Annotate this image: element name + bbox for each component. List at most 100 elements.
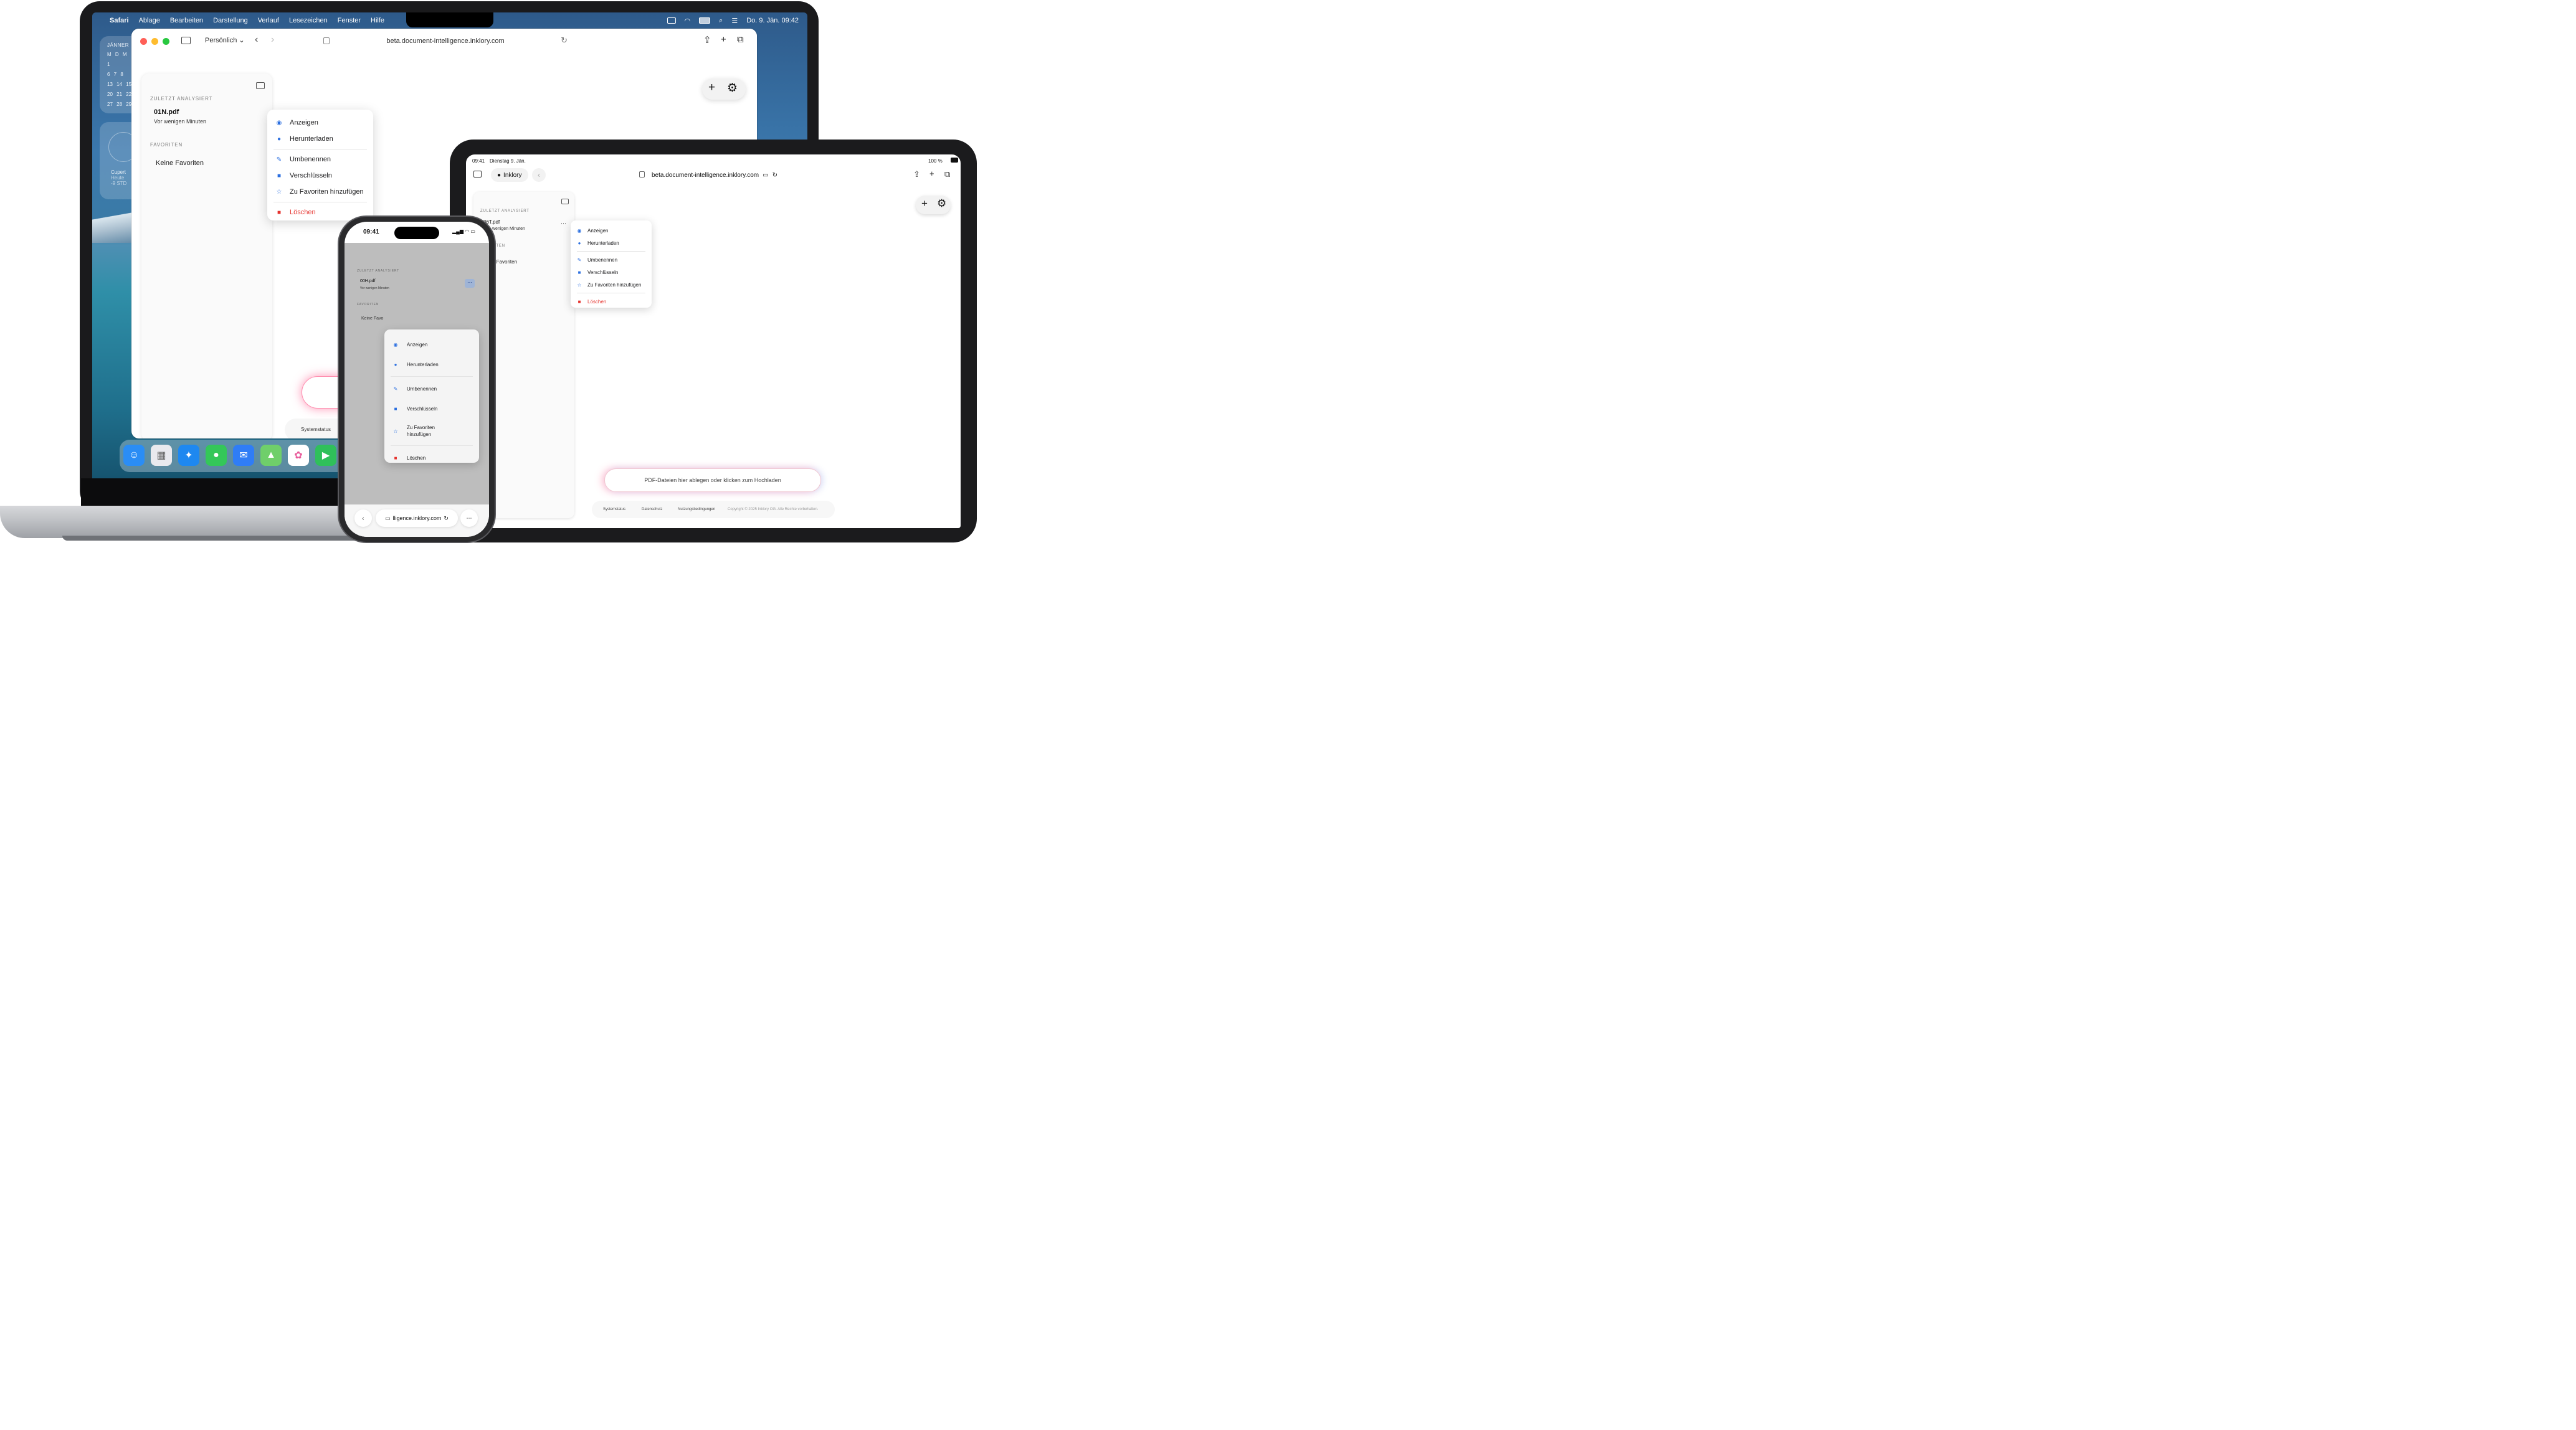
footer-privacy[interactable]: Datenschutz <box>642 508 662 511</box>
search-icon[interactable]: ⌕ <box>719 17 723 25</box>
maps-icon[interactable]: ▲ <box>260 445 282 466</box>
gear-icon[interactable]: ⚙ <box>937 197 946 210</box>
menu-darstellung[interactable]: Darstellung <box>213 17 248 24</box>
panel-toggle-icon[interactable] <box>256 82 265 89</box>
mail-icon[interactable]: ✉ <box>233 445 254 466</box>
tab-overview-icon[interactable]: ⧉ <box>737 34 744 45</box>
close-window-button[interactable] <box>140 38 147 45</box>
menu-download[interactable]: ● Herunterladen <box>267 131 373 147</box>
menu-favorite[interactable]: ☆ Zu Favoriten hinzufügen <box>267 184 373 200</box>
share-icon[interactable]: ⇪ <box>913 169 920 179</box>
favorites-label: FAVORITEN <box>357 303 379 306</box>
reload-icon[interactable]: ↻ <box>772 172 777 179</box>
keyboard-icon[interactable] <box>667 17 676 24</box>
back-icon[interactable]: ‹ <box>255 34 258 45</box>
address-bar[interactable]: ▭ lligence.inklory.com ↻ <box>376 509 458 527</box>
iphone-time: 09:41 <box>363 229 379 235</box>
download-icon: ● <box>277 135 282 143</box>
back-icon: ‹ <box>362 515 364 521</box>
profile-selector[interactable]: Persönlich ⌄ <box>205 36 245 44</box>
menu-favorite[interactable]: ☆ Zu Favoriten hinzufügen <box>571 278 652 291</box>
menu-delete[interactable]: ■ Löschen <box>571 295 652 308</box>
address-url: beta.document-intelligence.inklory.com <box>652 171 759 179</box>
add-icon[interactable]: + <box>708 81 715 95</box>
recent-label: ZULETZT ANALYSIERT <box>150 96 213 102</box>
battery-icon[interactable] <box>699 17 711 24</box>
sidebar-toggle-icon[interactable] <box>473 171 482 178</box>
add-icon[interactable]: + <box>921 197 928 210</box>
page-icon: ▭ <box>385 514 391 521</box>
menu-encrypt[interactable]: ■ Verschlüsseln <box>267 168 373 184</box>
more-button[interactable]: ⋯ <box>460 509 478 527</box>
launchpad-icon[interactable]: ▦ <box>151 445 172 466</box>
menu-encrypt[interactable]: ■ Verschlüsseln <box>384 399 479 419</box>
menu-bearbeiten[interactable]: Bearbeiten <box>170 17 203 24</box>
zoom-window-button[interactable] <box>163 38 169 45</box>
menu-fenster[interactable]: Fenster <box>338 17 361 24</box>
back-button[interactable]: ‹ <box>354 509 372 527</box>
address-url: lligence.inklory.com <box>392 515 442 521</box>
wifi-icon[interactable]: ◠ <box>685 17 691 25</box>
eye-icon: ◉ <box>393 341 398 348</box>
menu-rename-label: Umbenennen <box>587 257 618 263</box>
menu-download-label: Herunterladen <box>407 361 439 367</box>
file-name[interactable]: 01N.pdf <box>154 108 179 116</box>
profile-label: Persönlich <box>205 37 237 44</box>
more-icon[interactable]: ⋯ <box>561 220 566 227</box>
menu-rename[interactable]: ✎ Umbenennen <box>384 379 479 399</box>
gear-icon[interactable]: ⚙ <box>727 81 738 95</box>
menu-rename[interactable]: ✎ Umbenennen <box>267 151 373 168</box>
menu-view[interactable]: ◉ Anzeigen <box>267 115 373 131</box>
address-bar[interactable]: beta.document-intelligence.inklory.com ↻ <box>318 34 573 49</box>
menu-ablage[interactable]: Ablage <box>139 17 160 24</box>
menu-encrypt[interactable]: ■ Verschlüsseln <box>571 266 652 278</box>
finder-icon[interactable]: ☺ <box>123 445 145 466</box>
menu-download[interactable]: ● Herunterladen <box>571 237 652 249</box>
file-name[interactable]: 00H.pdf <box>360 279 376 283</box>
control-center-icon[interactable]: ☰ <box>731 17 738 25</box>
tab-overview-icon[interactable]: ⧉ <box>944 169 950 179</box>
menubar-datetime[interactable]: Do. 9. Jän. 09:42 <box>746 17 799 24</box>
eye-icon: ◉ <box>577 227 582 234</box>
menu-download[interactable]: ● Herunterladen <box>384 354 479 374</box>
profile-button[interactable]: ● Inklory <box>491 168 528 182</box>
macbook-notch <box>406 12 493 27</box>
no-favorites: e Favoriten <box>492 259 518 265</box>
share-icon[interactable]: ⇪ <box>703 34 711 45</box>
footer-terms[interactable]: Nutzungsbedingungen <box>678 508 715 511</box>
iphone-screen: 09:41 ▂▄▆ ◠ ▭ ZULETZT ANALYSIERT 00H.pdf… <box>345 222 489 537</box>
sidebar-toggle-icon[interactable] <box>181 37 191 44</box>
pencil-icon: ✎ <box>276 156 282 163</box>
panel-toggle-icon[interactable] <box>561 199 569 204</box>
new-tab-icon[interactable]: + <box>721 34 726 45</box>
upload-dropzone[interactable]: PDF-Dateien hier ablegen oder klicken zu… <box>604 468 821 492</box>
menu-delete[interactable]: ■ Löschen <box>384 448 479 468</box>
photos-icon[interactable]: ✿ <box>288 445 309 466</box>
messages-icon[interactable]: ● <box>206 445 227 466</box>
blurred-page: ZULETZT ANALYSIERT 00H.pdf Vor wenigen M… <box>345 243 489 504</box>
menu-view[interactable]: ◉ Anzeigen <box>571 224 652 237</box>
back-button[interactable]: ‹ <box>532 168 546 182</box>
reader-icon[interactable]: ▭ <box>763 172 768 179</box>
menu-app-safari[interactable]: Safari <box>110 17 129 24</box>
menu-favorite[interactable]: ☆ Zu Favoriten hinzufügen <box>384 419 479 443</box>
new-tab-icon[interactable]: + <box>929 169 934 178</box>
menu-rename[interactable]: ✎ Umbenennen <box>571 253 652 266</box>
forward-icon[interactable]: › <box>271 34 274 45</box>
address-bar[interactable]: beta.document-intelligence.inklory.com ▭… <box>634 168 790 182</box>
dynamic-island <box>394 227 439 239</box>
more-icon[interactable]: ⋯ <box>465 279 475 288</box>
footer-system-status[interactable]: Systemstatus <box>301 427 331 432</box>
address-url: beta.document-intelligence.inklory.com <box>386 37 505 45</box>
menu-lesezeichen[interactable]: Lesezeichen <box>289 17 328 24</box>
safari-icon[interactable]: ✦ <box>178 445 199 466</box>
menu-hilfe[interactable]: Hilfe <box>371 17 384 24</box>
reload-icon[interactable]: ↻ <box>561 36 568 45</box>
menu-verlauf[interactable]: Verlauf <box>258 17 279 24</box>
menu-view[interactable]: ◉ Anzeigen <box>384 334 479 354</box>
footer-system-status[interactable]: Systemstatus <box>603 508 625 511</box>
menu-view-label: Anzeigen <box>407 341 428 348</box>
reload-icon[interactable]: ↻ <box>444 515 449 522</box>
facetime-icon[interactable]: ▶ <box>315 445 336 466</box>
minimize-window-button[interactable] <box>151 38 158 45</box>
